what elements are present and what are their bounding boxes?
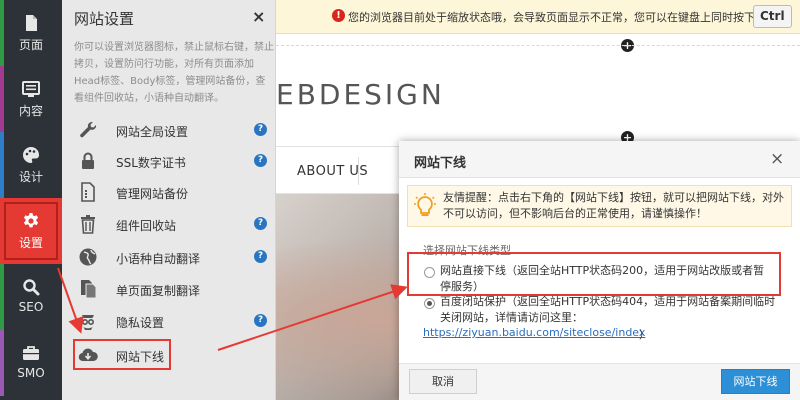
dialog-footer: 取消 网站下线 <box>399 363 800 400</box>
magnifier-icon <box>23 279 40 296</box>
menu-item-label: 网站下线 <box>116 350 165 364</box>
cloud-download-icon <box>78 348 98 362</box>
menu-item-global-settings[interactable]: 网站全局设置 ? <box>76 118 268 146</box>
rail-color-bar <box>0 66 4 132</box>
warning-tip-box: 友情提醒：点击右下角的【网站下线】按钮，就可以把网站下线，对外不可以访问，但不影… <box>407 185 792 227</box>
rail-item-smo[interactable]: SMO <box>0 330 62 396</box>
menu-item-label: 单页面复制翻译 <box>116 284 201 298</box>
radio-baidu-close-protection[interactable] <box>424 298 435 309</box>
rail-item-label: SEO <box>18 300 44 314</box>
menu-item-label: 管理网站备份 <box>116 187 189 201</box>
site-brand-logo: EBDESIGN <box>276 78 445 111</box>
menu-item-auto-translate[interactable]: 小语种自动翻译 ? <box>76 245 268 273</box>
rail-color-bar <box>0 132 4 198</box>
rail-item-design[interactable]: 设计 <box>0 132 62 198</box>
globe-icon <box>79 248 97 266</box>
help-icon[interactable]: ? <box>254 123 267 136</box>
rail-item-settings[interactable]: 设置 <box>0 198 62 264</box>
nav-separator <box>358 157 359 185</box>
menu-item-ssl[interactable]: SSL数字证书 ? <box>76 149 268 177</box>
site-offline-confirm-button[interactable]: 网站下线 <box>721 369 790 394</box>
settings-panel: 网站设置 × 你可以设置浏览器图标，禁止鼠标右键，禁止拷贝，设置防问行功能，对所… <box>62 0 276 400</box>
option-close-paren: ） <box>639 328 650 341</box>
content-icon <box>22 81 40 97</box>
briefcase-icon <box>23 346 39 360</box>
ctrl-key-badge: Ctrl <box>753 5 792 28</box>
copy-icon <box>81 280 97 299</box>
panel-title: 网站设置 <box>74 10 135 28</box>
palette-icon <box>23 146 40 163</box>
trash-icon <box>81 215 95 234</box>
rail-item-content[interactable]: 内容 <box>0 66 62 132</box>
baidu-siteclose-link[interactable]: https://ziyuan.baidu.com/siteclose/index <box>423 326 645 339</box>
dialog-title: 网站下线 <box>414 156 467 171</box>
menu-item-privacy[interactable]: 隐私设置 ? <box>76 309 268 337</box>
zoom-notice-bar: ! 您的浏览器目前处于缩放状态哦，会导致页面显示不正常，您可以在键盘上同时按下 … <box>276 0 800 34</box>
option-direct-offline-text[interactable]: 网站直接下线（返回全站HTTP状态码200，适用于网站改版或者暂停服务） <box>440 263 775 295</box>
dialog-header: 网站下线 × <box>399 141 800 178</box>
focus-highlight-box <box>4 202 58 260</box>
help-icon[interactable]: ? <box>254 154 267 167</box>
rail-item-seo[interactable]: SEO <box>0 264 62 330</box>
help-icon[interactable]: ? <box>254 250 267 263</box>
privacy-icon <box>82 315 95 330</box>
wrench-icon <box>80 121 97 138</box>
panel-close-button[interactable]: × <box>252 7 265 26</box>
rail-item-label: 页面 <box>18 38 43 52</box>
rail-color-bar <box>0 264 4 330</box>
lock-icon <box>82 152 94 169</box>
menu-item-site-offline[interactable]: 网站下线 <box>73 339 171 370</box>
menu-item-recycle-bin[interactable]: 组件回收站 ? <box>76 212 268 240</box>
lightbulb-icon <box>414 193 436 216</box>
rail-item-page[interactable]: 页面 <box>0 0 62 66</box>
menu-item-label: 组件回收站 <box>116 219 177 233</box>
dialog-close-button[interactable]: × <box>770 149 784 169</box>
help-icon[interactable]: ? <box>254 314 267 327</box>
file-icon <box>26 15 37 31</box>
left-icon-rail: 页面 内容 设计 设置 SEO SMO <box>0 0 62 400</box>
panel-description: 你可以设置浏览器图标，禁止鼠标右键，禁止拷贝，设置防问行功能，对所有页面添加He… <box>74 42 274 104</box>
zoom-notice-text: 您的浏览器目前处于缩放状态哦，会导致页面显示不正常，您可以在键盘上同时按下 <box>348 11 755 24</box>
menu-item-label: 网站全局设置 <box>116 125 189 139</box>
warning-tip-text: 友情提醒：点击右下角的【网站下线】按钮，就可以把网站下线，对外不可以访问，但不影… <box>443 191 784 220</box>
menu-item-label: 小语种自动翻译 <box>116 252 201 266</box>
option-baidu-close-text[interactable]: 百度闭站保护（返回全站HTTP状态码404，适用于网站备案期间临时关闭网站，详情… <box>440 294 785 326</box>
cancel-button[interactable]: 取消 <box>409 369 477 394</box>
backup-file-icon <box>81 182 95 202</box>
rail-color-bar <box>0 0 4 66</box>
rail-item-label: SMO <box>17 366 45 380</box>
menu-item-label: 隐私设置 <box>116 316 165 330</box>
menu-item-backup[interactable]: 管理网站备份 <box>76 180 268 208</box>
radio-direct-offline[interactable] <box>424 267 435 278</box>
section-divider <box>276 45 800 46</box>
rail-color-bar <box>0 330 4 396</box>
rail-item-label: 设计 <box>18 170 43 184</box>
rail-item-label: 内容 <box>18 104 43 118</box>
menu-item-page-copy-translate[interactable]: 单页面复制翻译 <box>76 277 268 305</box>
site-offline-dialog: 网站下线 × 友情提醒：点击右下角的【网站下线】按钮，就可以把网站下线，对外不可… <box>399 141 800 400</box>
warning-icon: ! <box>332 9 345 22</box>
help-icon[interactable]: ? <box>254 217 267 230</box>
menu-item-label: SSL数字证书 <box>116 156 186 170</box>
